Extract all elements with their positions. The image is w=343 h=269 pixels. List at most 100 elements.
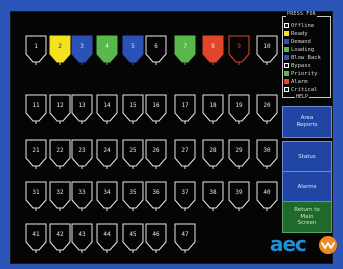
hmi-panel-frame: 1 2 3 4 5 6 7 8 9 10 11 12 13 14 15 16 17 18 19 20 21 22 23 24 2… [0,0,343,269]
legend-swatch [284,23,289,28]
station-14[interactable]: 14 [96,94,118,124]
station-13-number: 13 [78,102,86,109]
legend-swatch [284,55,289,60]
station-12[interactable]: 12 [49,94,71,124]
station-45-number: 45 [129,231,137,238]
station-23[interactable]: 23 [71,139,93,169]
legend-label: Alarm [291,78,308,85]
station-26-number: 26 [152,147,160,154]
station-3[interactable]: 3 [71,35,93,65]
station-21-number: 21 [32,147,40,154]
station-28[interactable]: 28 [202,139,224,169]
aec-logo: aec [270,232,341,260]
station-20-number: 20 [263,102,271,109]
station-43-number: 43 [78,231,86,238]
station-17[interactable]: 17 [174,94,196,124]
logo-wave-icon [319,236,337,254]
station-2[interactable]: 2 [49,35,71,65]
legend-swatch [284,47,289,52]
station-34[interactable]: 34 [96,181,118,211]
station-26[interactable]: 26 [145,139,167,169]
return-main-button[interactable]: Return to Main Screen [282,201,332,233]
station-44[interactable]: 44 [96,223,118,253]
station-32-number: 32 [56,189,64,196]
station-9[interactable]: 9 [228,35,250,65]
station-15[interactable]: 15 [122,94,144,124]
status-button[interactable]: Status [282,141,332,173]
station-7[interactable]: 7 [174,35,196,65]
station-10-number: 10 [263,43,271,50]
legend-swatch [284,87,289,92]
legend-item-ready: Ready [284,30,308,37]
legend-label: Critical [291,86,318,93]
station-4[interactable]: 4 [96,35,118,65]
station-8[interactable]: 8 [202,35,224,65]
station-1[interactable]: 1 [25,35,47,65]
station-10[interactable]: 10 [256,35,278,65]
station-17-number: 17 [181,102,189,109]
legend-swatch [284,79,289,84]
station-27-number: 27 [181,147,189,154]
station-6[interactable]: 6 [145,35,167,65]
legend-item-demand: Demand [284,38,311,45]
station-25[interactable]: 25 [122,139,144,169]
status-legend[interactable]: PRESS FOR Offline Ready Demand Loading Blow … [282,11,332,100]
station-36[interactable]: 36 [145,181,167,211]
area-reports-button[interactable]: Area Reports [282,106,332,138]
station-45[interactable]: 45 [122,223,144,253]
station-30-number: 30 [263,147,271,154]
legend-label: Blow Back [291,54,321,61]
station-20[interactable]: 20 [256,94,278,124]
legend-label: Priority [291,70,318,77]
station-39[interactable]: 39 [228,181,250,211]
station-35[interactable]: 35 [122,181,144,211]
station-29-number: 29 [235,147,243,154]
station-24-number: 24 [103,147,111,154]
legend-item-critical: Critical [284,86,318,93]
station-22[interactable]: 22 [49,139,71,169]
legend-item-bypass: Bypass [284,62,311,69]
station-43[interactable]: 43 [71,223,93,253]
station-38[interactable]: 38 [202,181,224,211]
station-12-number: 12 [56,102,64,109]
legend-label: Loading [291,46,315,53]
station-29[interactable]: 29 [228,139,250,169]
station-32[interactable]: 32 [49,181,71,211]
station-18-number: 18 [209,102,217,109]
station-13[interactable]: 13 [71,94,93,124]
station-11[interactable]: 11 [25,94,47,124]
station-47[interactable]: 47 [174,223,196,253]
station-40-number: 40 [263,189,271,196]
station-38-number: 38 [209,189,217,196]
station-34-number: 34 [103,189,111,196]
station-19[interactable]: 19 [228,94,250,124]
station-5[interactable]: 5 [122,35,144,65]
station-11-number: 11 [32,102,40,109]
station-37[interactable]: 37 [174,181,196,211]
station-37-number: 37 [181,189,189,196]
station-33[interactable]: 33 [71,181,93,211]
station-46[interactable]: 46 [145,223,167,253]
station-40[interactable]: 40 [256,181,278,211]
station-18[interactable]: 18 [202,94,224,124]
station-6-number: 6 [154,43,158,50]
station-16[interactable]: 16 [145,94,167,124]
station-24[interactable]: 24 [96,139,118,169]
station-30[interactable]: 30 [256,139,278,169]
legend-label: Offline [291,22,315,29]
return-main-button-label: Return to [294,206,320,213]
station-41[interactable]: 41 [25,223,47,253]
station-33-number: 33 [78,189,86,196]
station-27[interactable]: 27 [174,139,196,169]
alarms-button[interactable]: Alarms [282,171,332,203]
legend-swatch [284,31,289,36]
station-47-number: 47 [181,231,189,238]
station-41-number: 41 [32,231,40,238]
station-31[interactable]: 31 [25,181,47,211]
status-button-label: Status [298,153,316,160]
station-46-number: 46 [152,231,160,238]
legend-swatch [284,71,289,76]
station-39-number: 39 [235,189,243,196]
station-21[interactable]: 21 [25,139,47,169]
station-42[interactable]: 42 [49,223,71,253]
